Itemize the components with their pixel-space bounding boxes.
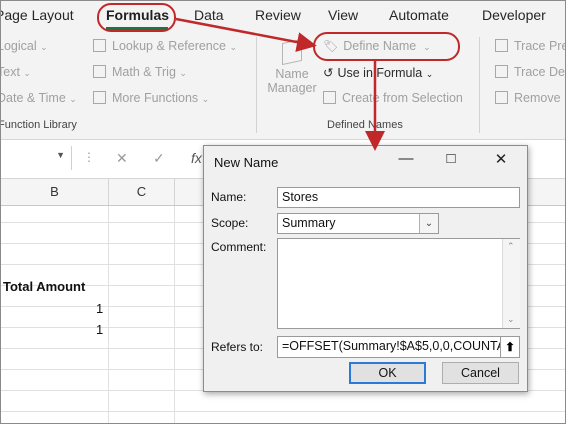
trace-precedents-button[interactable]: Trace Pre xyxy=(495,39,565,53)
close-icon[interactable]: ✕ xyxy=(490,150,512,168)
ribbon-separator-2 xyxy=(479,37,480,133)
tab-automate[interactable]: Automate xyxy=(389,7,449,23)
more-icon: ⋮ xyxy=(83,150,95,164)
date-time-button[interactable]: Date & Time ⌄ xyxy=(1,91,77,105)
use-in-formula-icon: ↺ xyxy=(323,66,334,80)
lookup-icon xyxy=(93,39,106,52)
lookup-reference-button[interactable]: Lookup & Reference ⌄ xyxy=(93,39,237,53)
more-functions-icon xyxy=(93,91,106,104)
maximize-icon[interactable]: □ xyxy=(440,150,462,167)
total-amount-header[interactable]: Total Amount xyxy=(3,279,85,294)
grid-line xyxy=(108,206,109,423)
name-field[interactable]: Stores xyxy=(277,187,520,208)
cell-value[interactable]: 1 xyxy=(96,322,103,337)
text-button[interactable]: Text ⌄ xyxy=(1,65,31,79)
comment-label: Comment: xyxy=(211,240,267,254)
refers-to-label: Refers to: xyxy=(211,340,264,354)
logical-button[interactable]: Logical ⌄ xyxy=(1,39,48,53)
ribbon-separator xyxy=(256,37,257,133)
excel-window: Page Layout Formulas Data Review View Au… xyxy=(0,0,566,424)
column-header-c[interactable]: C xyxy=(109,179,175,205)
more-functions-button[interactable]: More Functions ⌄ xyxy=(93,91,209,105)
minimize-icon[interactable]: — xyxy=(395,150,417,167)
defined-names-group-label: Defined Names xyxy=(327,119,403,131)
collapse-dialog-button[interactable]: ⬆︎ xyxy=(500,336,520,358)
name-box[interactable]: ▼ xyxy=(1,146,72,170)
function-library-group-label: Function Library xyxy=(0,119,77,131)
tab-developer[interactable]: Developer xyxy=(482,7,546,23)
refers-to-field[interactable]: =OFFSET(Summary!$A$5,0,0,COUNTA($ xyxy=(277,336,503,358)
create-from-selection-button[interactable]: Create from Selection xyxy=(323,91,463,105)
upload-arrow-icon: ⬆︎ xyxy=(504,340,516,354)
tab-review[interactable]: Review xyxy=(255,7,301,23)
remove-arrows-button[interactable]: Remove xyxy=(495,91,561,105)
tab-view[interactable]: View xyxy=(328,7,358,23)
scope-select[interactable]: Summary ⌄ xyxy=(277,213,439,234)
trace-dependents-icon xyxy=(495,65,508,78)
dialog-title: New Name xyxy=(214,155,279,170)
ok-button[interactable]: OK xyxy=(349,362,426,384)
scroll-down-icon[interactable]: ⌄ xyxy=(507,314,515,325)
new-name-dialog: New Name — □ ✕ Name: Stores Scope: Summa… xyxy=(203,145,528,392)
name-manager-button[interactable]: Name Manager xyxy=(266,38,318,95)
column-header-b[interactable]: B xyxy=(1,179,109,205)
create-from-selection-icon xyxy=(323,91,336,104)
scroll-up-icon[interactable]: ⌃ xyxy=(507,241,515,252)
use-in-formula-button[interactable]: ↺ Use in Formula ⌄ xyxy=(323,65,433,80)
tab-page-layout[interactable]: Page Layout xyxy=(1,7,74,23)
comment-scrollbar[interactable]: ⌃ ⌄ xyxy=(502,239,520,328)
name-box-dropdown-icon[interactable]: ▼ xyxy=(56,150,65,160)
math-icon xyxy=(93,65,106,78)
ribbon-tabs: Page Layout Formulas Data Review View Au… xyxy=(1,1,565,31)
define-name-highlight xyxy=(313,32,460,61)
math-trig-button[interactable]: Math & Trig ⌄ xyxy=(93,65,187,79)
cell-value[interactable]: 1 xyxy=(96,301,103,316)
name-label: Name: xyxy=(211,190,247,204)
cancel-icon[interactable]: ✕ xyxy=(116,150,128,167)
chevron-down-icon[interactable]: ⌄ xyxy=(419,214,438,233)
grid-line xyxy=(174,206,175,423)
scope-value: Summary xyxy=(282,216,336,230)
insert-function-icon[interactable]: fx xyxy=(191,150,202,166)
trace-dependents-button[interactable]: Trace Dep xyxy=(495,65,565,79)
trace-precedents-icon xyxy=(495,39,508,52)
comment-textarea[interactable] xyxy=(277,238,520,329)
ribbon-body: Logical ⌄ Text ⌄ Date & Time ⌄ Lookup & … xyxy=(0,31,565,140)
tab-data[interactable]: Data xyxy=(194,7,224,23)
formulas-tab-highlight xyxy=(97,3,176,32)
enter-icon[interactable]: ✓ xyxy=(153,150,165,167)
name-manager-icon xyxy=(282,38,302,66)
remove-arrows-icon xyxy=(495,91,508,104)
scope-label: Scope: xyxy=(211,216,249,230)
cancel-button[interactable]: Cancel xyxy=(442,362,519,384)
